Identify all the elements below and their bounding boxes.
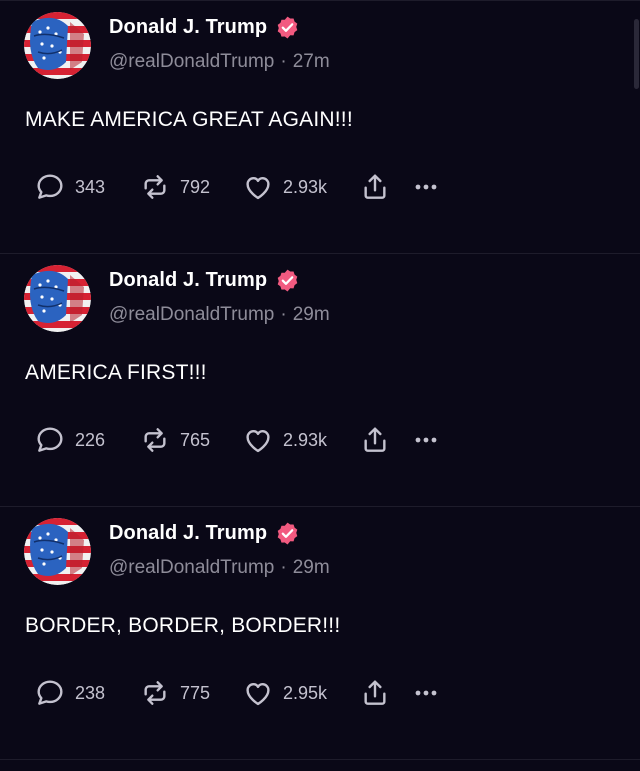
- reply-button[interactable]: 238: [34, 677, 139, 709]
- post-meta: @realDonaldTrump · 29m: [109, 557, 330, 579]
- more-icon: [415, 437, 437, 443]
- share-icon: [364, 680, 386, 705]
- post-time[interactable]: 27m: [293, 51, 330, 72]
- author[interactable]: Donald J. Trump: [109, 268, 300, 293]
- post-text: MAKE AMERICA GREAT AGAIN!!!: [25, 108, 353, 131]
- post-feed: Donald J. Trump @realDonaldTrump · 27m MAK…: [0, 0, 640, 771]
- verified-badge-icon: [275, 268, 300, 293]
- post-text: AMERICA FIRST!!!: [25, 361, 207, 384]
- verified-badge-icon: [275, 521, 300, 546]
- author-handle[interactable]: @realDonaldTrump: [109, 304, 274, 325]
- repost-button[interactable]: 792: [139, 171, 242, 203]
- more-options-button[interactable]: [409, 677, 443, 709]
- like-button[interactable]: 2.93k: [242, 171, 359, 203]
- repost-button[interactable]: 775: [139, 677, 242, 709]
- post-time[interactable]: 29m: [293, 557, 330, 578]
- author[interactable]: Donald J. Trump: [109, 15, 300, 40]
- repost-count: 765: [180, 429, 211, 450]
- more-options-button[interactable]: [409, 171, 443, 203]
- reply-icon: [37, 427, 63, 452]
- post-time[interactable]: 29m: [293, 304, 330, 325]
- share-button[interactable]: [359, 677, 409, 709]
- heart-icon: [246, 683, 270, 706]
- meta-separator: ·: [280, 51, 287, 72]
- author-handle[interactable]: @realDonaldTrump: [109, 557, 274, 578]
- like-count: 2.95k: [283, 682, 328, 703]
- avatar[interactable]: [24, 12, 91, 79]
- author-name[interactable]: Donald J. Trump: [109, 16, 267, 39]
- post-meta: @realDonaldTrump · 27m: [109, 51, 330, 73]
- author-handle[interactable]: @realDonaldTrump: [109, 51, 274, 72]
- post-meta: @realDonaldTrump · 29m: [109, 304, 330, 326]
- meta-separator: ·: [280, 304, 287, 325]
- verified-badge-icon: [275, 15, 300, 40]
- like-button[interactable]: 2.95k: [242, 677, 359, 709]
- more-icon: [415, 184, 437, 190]
- post[interactable]: Donald J. Trump @realDonaldTrump · 29m BOR…: [0, 507, 640, 760]
- repost-icon: [144, 428, 166, 452]
- reply-count: 226: [75, 429, 106, 450]
- avatar[interactable]: [24, 265, 91, 332]
- reply-count: 343: [75, 176, 106, 197]
- repost-icon: [144, 175, 166, 199]
- repost-count: 792: [180, 176, 211, 197]
- post-actions: 226 765 2.93k: [34, 423, 443, 457]
- heart-icon: [246, 430, 270, 453]
- repost-count: 775: [180, 682, 211, 703]
- like-count: 2.93k: [283, 429, 328, 450]
- author[interactable]: Donald J. Trump: [109, 521, 300, 546]
- post-actions: 343 792 2.93k: [34, 170, 443, 204]
- post[interactable]: Donald J. Trump @realDonaldTrump · 29m AME…: [0, 254, 640, 507]
- repost-icon: [144, 681, 166, 705]
- reply-count: 238: [75, 682, 106, 703]
- repost-button[interactable]: 765: [139, 424, 242, 456]
- post-actions: 238 775 2.95k: [34, 676, 443, 710]
- reply-icon: [37, 174, 63, 199]
- share-button[interactable]: [359, 424, 409, 456]
- more-options-button[interactable]: [409, 424, 443, 456]
- like-button[interactable]: 2.93k: [242, 424, 359, 456]
- author-name[interactable]: Donald J. Trump: [109, 269, 267, 292]
- post[interactable]: Donald J. Trump @realDonaldTrump · 27m MAK…: [0, 1, 640, 254]
- more-icon: [415, 690, 437, 696]
- meta-separator: ·: [280, 557, 287, 578]
- reply-icon: [37, 680, 63, 705]
- share-icon: [364, 174, 386, 199]
- share-button[interactable]: [359, 171, 409, 203]
- author-name[interactable]: Donald J. Trump: [109, 522, 267, 545]
- share-icon: [364, 427, 386, 452]
- heart-icon: [246, 177, 270, 200]
- reply-button[interactable]: 343: [34, 171, 139, 203]
- post-text: BORDER, BORDER, BORDER!!!: [25, 614, 341, 637]
- like-count: 2.93k: [283, 176, 328, 197]
- reply-button[interactable]: 226: [34, 424, 139, 456]
- avatar[interactable]: [24, 518, 91, 585]
